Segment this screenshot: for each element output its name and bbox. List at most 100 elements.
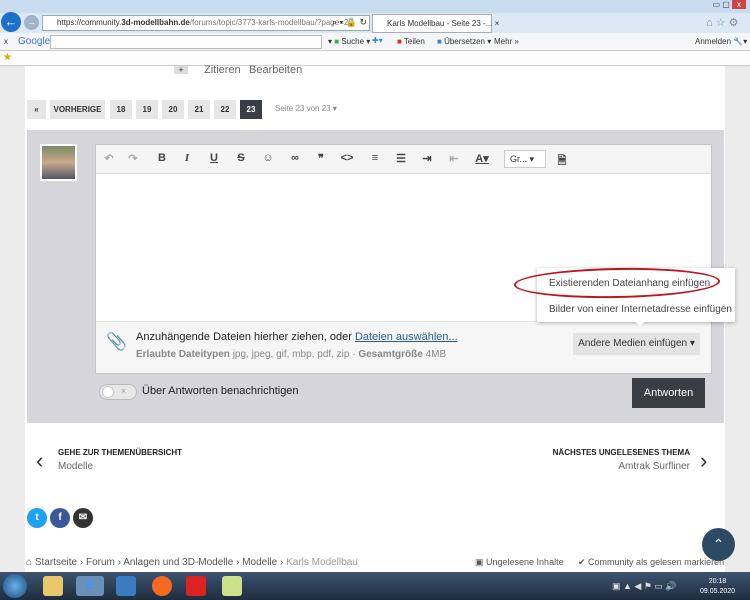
plus-icon[interactable]: ✚▾ [372, 36, 383, 45]
bullet-list-icon[interactable]: ☰ [392, 152, 410, 165]
page-button[interactable]: 18 [110, 100, 132, 119]
share-button[interactable]: ■ Teilen [397, 37, 425, 46]
home-star-gear-icons[interactable]: ⌂ ☆ ⚙ [706, 16, 738, 29]
italic-icon[interactable]: I [178, 152, 196, 164]
page-jump-dropdown[interactable]: Seite 23 von 23 ▾ [275, 104, 337, 113]
unread-label: Ungelesene Inhalte [486, 557, 564, 567]
prev-nav-heading[interactable]: GEHE ZUR THEMENÜBERSICHT [58, 448, 182, 457]
breadcrumb-item[interactable]: Anlagen und 3D-Modelle [123, 557, 233, 568]
unread-link[interactable]: ▣ Ungelesene Inhalte [475, 557, 564, 568]
plus-button[interactable]: + [174, 66, 188, 75]
outdent-icon[interactable]: ⇤ [445, 152, 463, 165]
next-nav-heading[interactable]: NÄCHSTES UNGELESENES THEMA [553, 448, 690, 457]
favorites-star-icon[interactable]: ★ [3, 52, 12, 63]
first-page-button[interactable]: « [27, 100, 46, 119]
reply-editor: ↶ ↷ B I U S ☺ ∞ ❞ <> ≡ ☰ ⇥ ⇤ A▾ Gr... ▾ … [95, 144, 712, 374]
page-button[interactable]: 19 [136, 100, 158, 119]
train-app-taskbar-icon[interactable] [222, 576, 242, 596]
url-path: /forums/topic/3773-karls-modellbau/?page… [189, 18, 353, 27]
total-size: 4MB [425, 349, 447, 360]
next-nav-link[interactable]: Amtrak Surfliner [618, 461, 690, 472]
text-color-icon[interactable]: A▾ [473, 152, 491, 165]
prev-nav-link[interactable]: Modelle [58, 461, 93, 472]
current-page-button[interactable]: 23 [240, 100, 262, 119]
quote-link[interactable]: Zitieren [204, 64, 241, 76]
close-tab-icon[interactable]: × [495, 19, 500, 28]
maximize-icon[interactable]: ▢ [722, 0, 732, 9]
allowed-types: jpg, jpeg, gif, mbp, pdf, zip [232, 349, 350, 360]
share-label: Teilen [403, 37, 425, 46]
underline-icon[interactable]: U [205, 152, 223, 164]
browser-tab[interactable]: Karls Modellbau - Seite 23 -... × [372, 14, 499, 33]
close-window-icon[interactable]: x [732, 0, 746, 9]
mark-read-label: Community als gelesen markieren [588, 557, 725, 567]
redo-icon[interactable]: ↷ [124, 152, 142, 165]
undo-icon[interactable]: ↶ [100, 152, 118, 165]
close-toolbar-icon[interactable]: x [4, 37, 8, 46]
font-size-value: Gr... [510, 154, 528, 164]
chevron-left-icon[interactable]: ‹ [36, 448, 43, 474]
breadcrumb: ⌂ Startseite › Forum › Anlagen und 3D-Mo… [26, 557, 358, 568]
google-search-input[interactable] [50, 35, 322, 49]
clock-time: 20:18 [708, 578, 727, 585]
quote-icon[interactable]: ❞ [312, 152, 330, 165]
app-taskbar-icon[interactable] [186, 576, 206, 596]
font-size-select[interactable]: Gr... ▾ [504, 150, 546, 168]
breadcrumb-current: Karls Modellbau [286, 557, 358, 568]
breadcrumb-item[interactable]: Modelle [242, 557, 277, 568]
submit-reply-button[interactable]: Antworten [632, 378, 705, 408]
emoji-icon[interactable]: ☺ [259, 152, 277, 164]
chevron-right-icon[interactable]: › [700, 448, 707, 474]
preview-icon[interactable]: 🗎 [553, 152, 571, 171]
attach-text: Anzuhängende Dateien hierher ziehen, ode… [136, 331, 355, 343]
address-bar[interactable]: https://community.3d-modellbahn.de/forum… [42, 15, 370, 31]
scroll-top-button[interactable]: ⌃ [702, 528, 735, 561]
editor-toolbar: ↶ ↷ B I U S ☺ ∞ ❞ <> ≡ ☰ ⇥ ⇤ A▾ Gr... ▾ … [96, 145, 711, 174]
insert-image-url-item[interactable]: Bilder von einer Internetadresse einfüge… [549, 304, 732, 315]
edit-link[interactable]: Bearbeiten [249, 64, 302, 76]
forward-button[interactable]: → [24, 15, 39, 30]
notify-toggle[interactable]: × [99, 384, 137, 400]
url-domain: 3d-modellbahn.de [121, 18, 190, 27]
attachment-area[interactable]: 📎 Anzuhängende Dateien hierher ziehen, o… [96, 321, 711, 373]
clock-date: 09.05.2020 [700, 588, 736, 595]
address-icons[interactable]: ⌕ ▾ 🔒 ↻ [332, 17, 367, 28]
choose-files-link[interactable]: Dateien auswählen... [355, 331, 458, 343]
back-button[interactable]: ← [1, 12, 21, 32]
code-icon[interactable]: <> [338, 152, 356, 164]
page-button[interactable]: 22 [214, 100, 236, 119]
start-button[interactable] [3, 574, 27, 598]
window-controls[interactable]: ▭ ▢ x [686, 0, 746, 12]
menu-arrow [634, 320, 646, 332]
other-media-button[interactable]: Andere Medien einfügen ▾ [573, 333, 700, 355]
mark-read-link[interactable]: ✔ Community als gelesen markieren [578, 557, 724, 568]
twitter-share-icon[interactable]: t [27, 508, 47, 528]
paperclip-icon: 📎 [106, 332, 128, 351]
separator: · [352, 349, 356, 360]
email-share-icon[interactable]: ✉ [73, 508, 93, 528]
prev-page-button[interactable]: VORHERIGE [50, 100, 105, 119]
explorer-taskbar-icon[interactable] [43, 576, 63, 596]
translate-button[interactable]: ■ Übersetzen ▾ [437, 37, 491, 46]
search-button[interactable]: ▾ ■ Suche ▾ [328, 37, 370, 46]
media-taskbar-icon[interactable] [116, 576, 136, 596]
link-icon[interactable]: ∞ [286, 152, 304, 164]
facebook-share-icon[interactable]: f [50, 508, 70, 528]
breadcrumb-item[interactable]: Forum [86, 557, 115, 568]
indent-icon[interactable]: ⇥ [418, 152, 436, 165]
signin-button[interactable]: Anmelden 🔧▾ [695, 37, 747, 46]
ie-taskbar-icon[interactable]: e [76, 576, 104, 596]
system-tray-icons[interactable]: ▣ ▲ ◀ ⚑ ▭ 🔊 [612, 581, 677, 592]
clock[interactable]: 20:18 09.05.2020 [700, 577, 735, 597]
breadcrumb-item[interactable]: Startseite [35, 557, 77, 568]
page-button[interactable]: 20 [162, 100, 184, 119]
allowed-types-label: Erlaubte Dateitypen [136, 349, 230, 360]
minimize-icon[interactable]: ▭ [712, 0, 722, 9]
bold-icon[interactable]: B [153, 152, 171, 164]
firefox-taskbar-icon[interactable] [152, 576, 172, 596]
signin-label: Anmelden [695, 37, 732, 46]
strikethrough-icon[interactable]: S [232, 152, 250, 164]
page-button[interactable]: 21 [188, 100, 210, 119]
numbered-list-icon[interactable]: ≡ [366, 152, 384, 164]
more-button[interactable]: Mehr » [494, 37, 519, 46]
